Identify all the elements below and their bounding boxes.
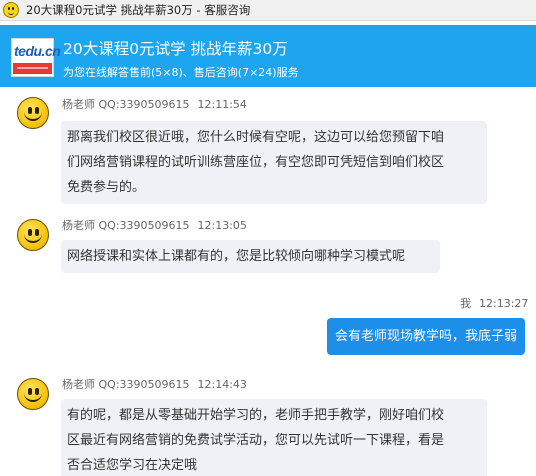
smiley-icon [3,2,19,18]
window-titlebar: 20大课程0元试学 挑战年薪30万 - 客服咨询 [0,0,536,21]
chat-header: tedu.cn 20大课程0元试学 挑战年薪30万 为您在线解答售前(5×8)、… [0,25,536,87]
message-time: 12:11:54 [197,98,247,111]
message-time: 12:13:27 [479,297,529,310]
message-line: 否合适您学习在决定哦 [67,458,198,473]
tedu-logo: tedu.cn [11,38,61,77]
message-line: 们网络营销课程的试听训练营座位，有空您即可凭短信到咱们校区 [67,155,445,170]
sender-name: 杨老师 QQ:3390509615 [62,378,190,391]
message-time: 12:13:05 [197,219,247,232]
message-line: 会有老师现场教学吗，我底子弱 [334,329,517,344]
message-line: 免费参与的。 [67,180,146,195]
message-line: 网络授课和实体上课都有的，您是比较倾向哪种学习模式呢 [67,249,406,264]
header-subtitle: 为您在线解答售前(5×8)、售后咨询(7×24)服务 [63,66,299,79]
sender-name: 杨老师 QQ:3390509615 [62,98,190,111]
message-bubble: 那离我们校区很近哦，您什么时候有空呢，这边可以给您预留下咱 们网络营销课程的试听… [61,121,487,204]
sender-name: 我 [460,297,471,310]
message-meta: 杨老师 QQ:3390509615 12:11:54 [62,96,247,112]
sender-name: 杨老师 QQ:3390509615 [62,219,190,232]
message-bubble: 有的呢，都是从零基础开始学习的，老师手把手教学，刚好咱们校 区最近有网络营销的免… [61,399,487,476]
agent-avatar [17,219,49,251]
message-meta: 杨老师 QQ:3390509615 12:14:43 [62,376,247,392]
header-title: 20大课程0元试学 挑战年薪30万 [63,40,288,58]
message-line: 那离我们校区很近哦，您什么时候有空呢，这边可以给您预留下咱 [67,130,445,145]
message-line: 区最近有网络营销的免费试学活动，您可以先试听一下课程，看是 [67,433,445,448]
agent-avatar [17,97,49,129]
message-meta: 我 12:13:27 [460,295,528,311]
message-bubble-me: 会有老师现场教学吗，我底子弱 [327,318,525,355]
message-time: 12:14:43 [197,378,247,391]
agent-avatar [17,378,49,410]
chat-history[interactable]: 杨老师 QQ:3390509615 12:11:54 那离我们校区很近哦，您什么时… [0,87,536,476]
message-line: 有的呢，都是从零基础开始学习的，老师手把手教学，刚好咱们校 [67,408,445,423]
message-bubble: 网络授课和实体上课都有的，您是比较倾向哪种学习模式呢 [61,240,440,273]
message-meta: 杨老师 QQ:3390509615 12:13:05 [62,217,247,233]
window-title: 20大课程0元试学 挑战年薪30万 - 客服咨询 [26,3,251,17]
